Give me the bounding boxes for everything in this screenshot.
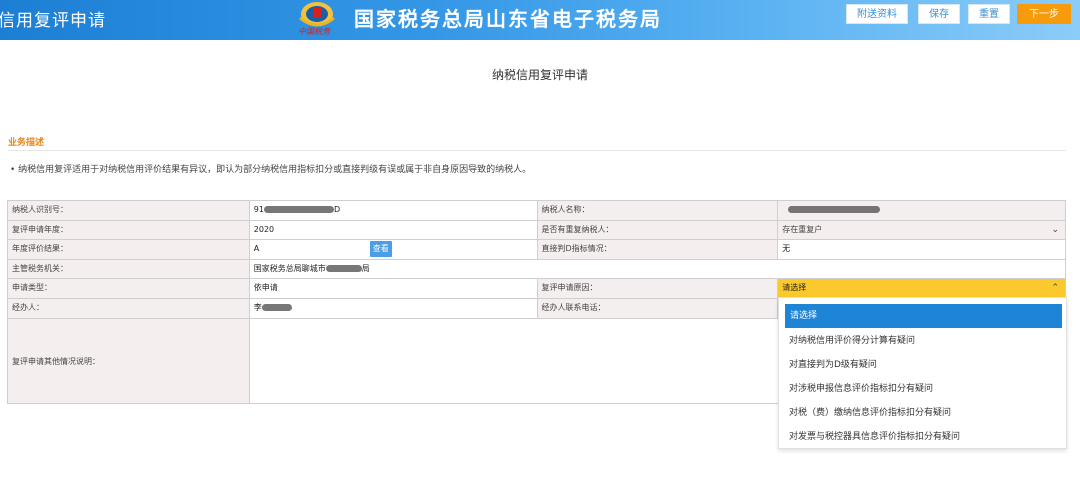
- chevron-down-icon: ⌄: [1051, 224, 1059, 235]
- form-row: 纳税人识别号： 91 D 纳税人名称：: [8, 201, 1066, 221]
- dropdown-option[interactable]: 请选择: [785, 304, 1062, 328]
- reset-button[interactable]: 重置: [968, 4, 1010, 24]
- annual-result-label: 年度评价结果：: [8, 240, 250, 260]
- handler-value[interactable]: 李: [249, 298, 538, 319]
- annual-result-grade: A: [253, 244, 260, 254]
- duplicate-taxpayer-select[interactable]: 存在重复户 ⌄: [778, 220, 1066, 241]
- dropdown-option[interactable]: 对税（费）缴纳信息评价指标扣分有疑问: [779, 401, 1066, 425]
- taxpayer-name-value: [778, 201, 1066, 221]
- handler-prefix: 李: [253, 302, 262, 312]
- tax-authority-suffix: 局: [361, 263, 370, 273]
- taxpayer-id-value: 91 D: [249, 201, 538, 221]
- review-year-label: 复评申请年度：: [8, 220, 250, 241]
- tax-authority-label: 主管税务机关：: [8, 259, 250, 280]
- redaction-mark: [263, 206, 334, 213]
- top-header: 信用复评申请 中国税务 国家税务总局山东省电子税务局 附送资料 保存 重置 下一…: [0, 0, 1080, 40]
- taxpayer-id-label: 纳税人识别号：: [8, 201, 250, 221]
- emblem-caption: 中国税务: [298, 27, 330, 36]
- duplicate-taxpayer-label: 是否有重复纳税人：: [537, 220, 779, 241]
- review-year-value: 2020: [249, 220, 538, 241]
- chevron-up-icon: ⌃: [1051, 283, 1059, 294]
- direct-d-label: 直接判D指标情况：: [537, 240, 779, 260]
- section-heading: 业务描述: [8, 138, 45, 148]
- redaction-mark: [261, 303, 292, 311]
- apply-type-value: 依申请: [249, 279, 538, 299]
- form-row: 主管税务机关： 国家税务总局聊城市 局: [8, 259, 1066, 280]
- bureau-name: 国家税务总局山东省电子税务局: [354, 7, 662, 31]
- redaction-mark: [788, 206, 881, 213]
- app-title: 信用复评申请: [0, 11, 106, 31]
- apply-type-label: 申请类型：: [8, 279, 250, 299]
- notes-label: 复评申请其他情况说明：: [8, 318, 250, 404]
- dropdown-option[interactable]: 对纳税信用评价得分计算有疑问: [779, 329, 1066, 353]
- form-row: 复评申请年度： 2020 是否有重复纳税人： 存在重复户 ⌄: [8, 220, 1066, 241]
- form-row: 年度评价结果： A 查看 直接判D指标情况： 无: [8, 240, 1066, 260]
- business-description: • 纳税信用复评适用于对纳税信用评价结果有异议，即认为部分纳税信用指标扣分或直接…: [10, 165, 532, 175]
- save-button[interactable]: 保存: [918, 4, 960, 24]
- taxpayer-name-label: 纳税人名称：: [537, 201, 779, 221]
- taxpayer-id-prefix: 91: [253, 205, 264, 214]
- review-reason-label: 复评申请原因：: [537, 279, 779, 299]
- dropdown-option[interactable]: 对直接判为D级有疑问: [779, 353, 1066, 377]
- review-reason-dropdown: 请选择 对纳税信用评价得分计算有疑问 对直接判为D级有疑问 对涉税申报信息评价指…: [778, 297, 1067, 449]
- section-divider: [8, 150, 1066, 151]
- annual-result-value: A 查看: [249, 240, 538, 260]
- duplicate-taxpayer-selected: 存在重复户: [782, 224, 823, 234]
- taxpayer-id-suffix: D: [333, 205, 341, 214]
- tax-authority-value: 国家税务总局聊城市 局: [249, 259, 1066, 280]
- page-title: 纳税信用复评申请: [491, 68, 588, 82]
- handler-label: 经办人：: [8, 298, 250, 319]
- tax-authority-prefix: 国家税务总局聊城市: [253, 263, 326, 273]
- view-button[interactable]: 查看: [369, 241, 392, 258]
- handler-phone-label: 经办人联系电话：: [537, 298, 779, 319]
- attach-materials-button[interactable]: 附送资料: [846, 4, 908, 24]
- dropdown-option[interactable]: 对涉税申报信息评价指标扣分有疑问: [779, 377, 1066, 401]
- direct-d-value: 无: [778, 240, 1066, 260]
- review-reason-selected: 请选择: [782, 283, 807, 293]
- next-step-button[interactable]: 下一步: [1017, 4, 1071, 24]
- redaction-mark: [325, 264, 362, 272]
- dropdown-option[interactable]: 对发票与税控器具信息评价指标扣分有疑问: [779, 425, 1066, 449]
